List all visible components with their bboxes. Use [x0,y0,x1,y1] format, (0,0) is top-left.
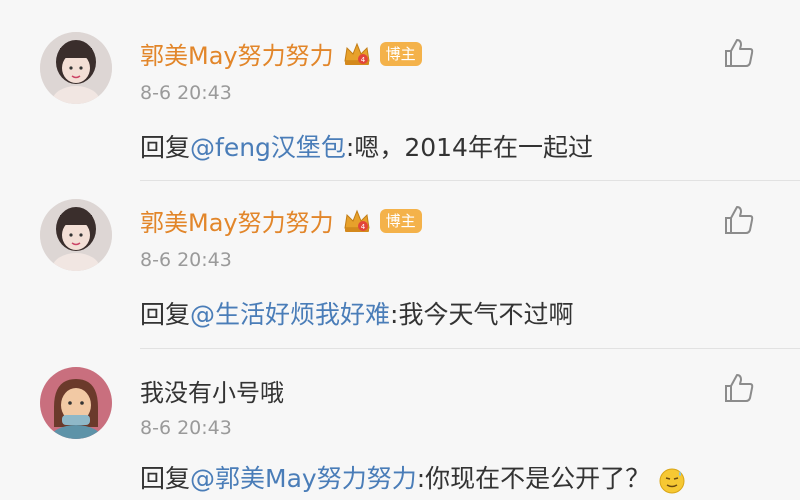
reply-body: :你现在不是公开了？ [416,464,651,493]
avatar-image [40,367,112,439]
username[interactable]: 郭美May努力努力 4 博主 [140,36,422,71]
mention-link[interactable]: @郭美May努力努力 [190,464,417,493]
svg-text:4: 4 [360,223,365,231]
avatar-image [40,32,112,104]
timestamp: 8-6 20:43 [140,82,232,104]
comment-item: 我没有小号哦 8-6 20:43 回复@郭美May努力努力:你现在不是公开了？ [0,349,800,494]
reply-prefix: 回复 [140,300,191,329]
reply-text: 回复@生活好烦我好难:我今天气不过啊 [140,295,573,331]
avatar[interactable] [40,32,112,104]
mention-link[interactable]: @feng汉堡包 [190,133,346,162]
username-text[interactable]: 郭美May努力努力 [140,36,334,71]
timestamp: 8-6 20:43 [140,417,232,439]
blogger-badge: 博主 [379,208,422,233]
blogger-badge: 博主 [379,41,422,66]
avatar[interactable] [40,367,112,439]
crown-icon: 4 [342,39,372,69]
thumbs-up-icon[interactable] [722,36,756,70]
reply-text: 回复@feng汉堡包:嗯，2014年在一起过 [140,128,593,164]
reply-body: :嗯，2014年在一起过 [345,133,593,162]
username-text[interactable]: 我没有小号哦 [140,373,284,408]
mention-link[interactable]: @生活好烦我好难 [190,300,390,329]
sweat-smile-emoji-icon [658,466,686,494]
reply-body: :我今天气不过啊 [390,300,574,329]
svg-text:4: 4 [360,56,365,64]
reply-prefix: 回复 [140,133,191,162]
reply-prefix: 回复 [140,464,191,493]
thumbs-up-icon[interactable] [722,371,756,405]
timestamp: 8-6 20:43 [140,249,232,271]
avatar[interactable] [40,199,112,271]
comment-item: 郭美May努力努力 4 博主 8-6 20:43 回复@feng汉堡包:嗯，20… [0,0,800,181]
username[interactable]: 郭美May努力努力 4 博主 [140,203,422,238]
avatar-image [40,199,112,271]
username-text[interactable]: 郭美May努力努力 [140,203,334,238]
comment-item: 郭美May努力努力 4 博主 8-6 20:43 回复@生活好烦我好难:我今天气… [0,181,800,349]
crown-icon: 4 [342,206,372,236]
reply-text: 回复@郭美May努力努力:你现在不是公开了？ [140,459,686,495]
thumbs-up-icon[interactable] [722,203,756,237]
